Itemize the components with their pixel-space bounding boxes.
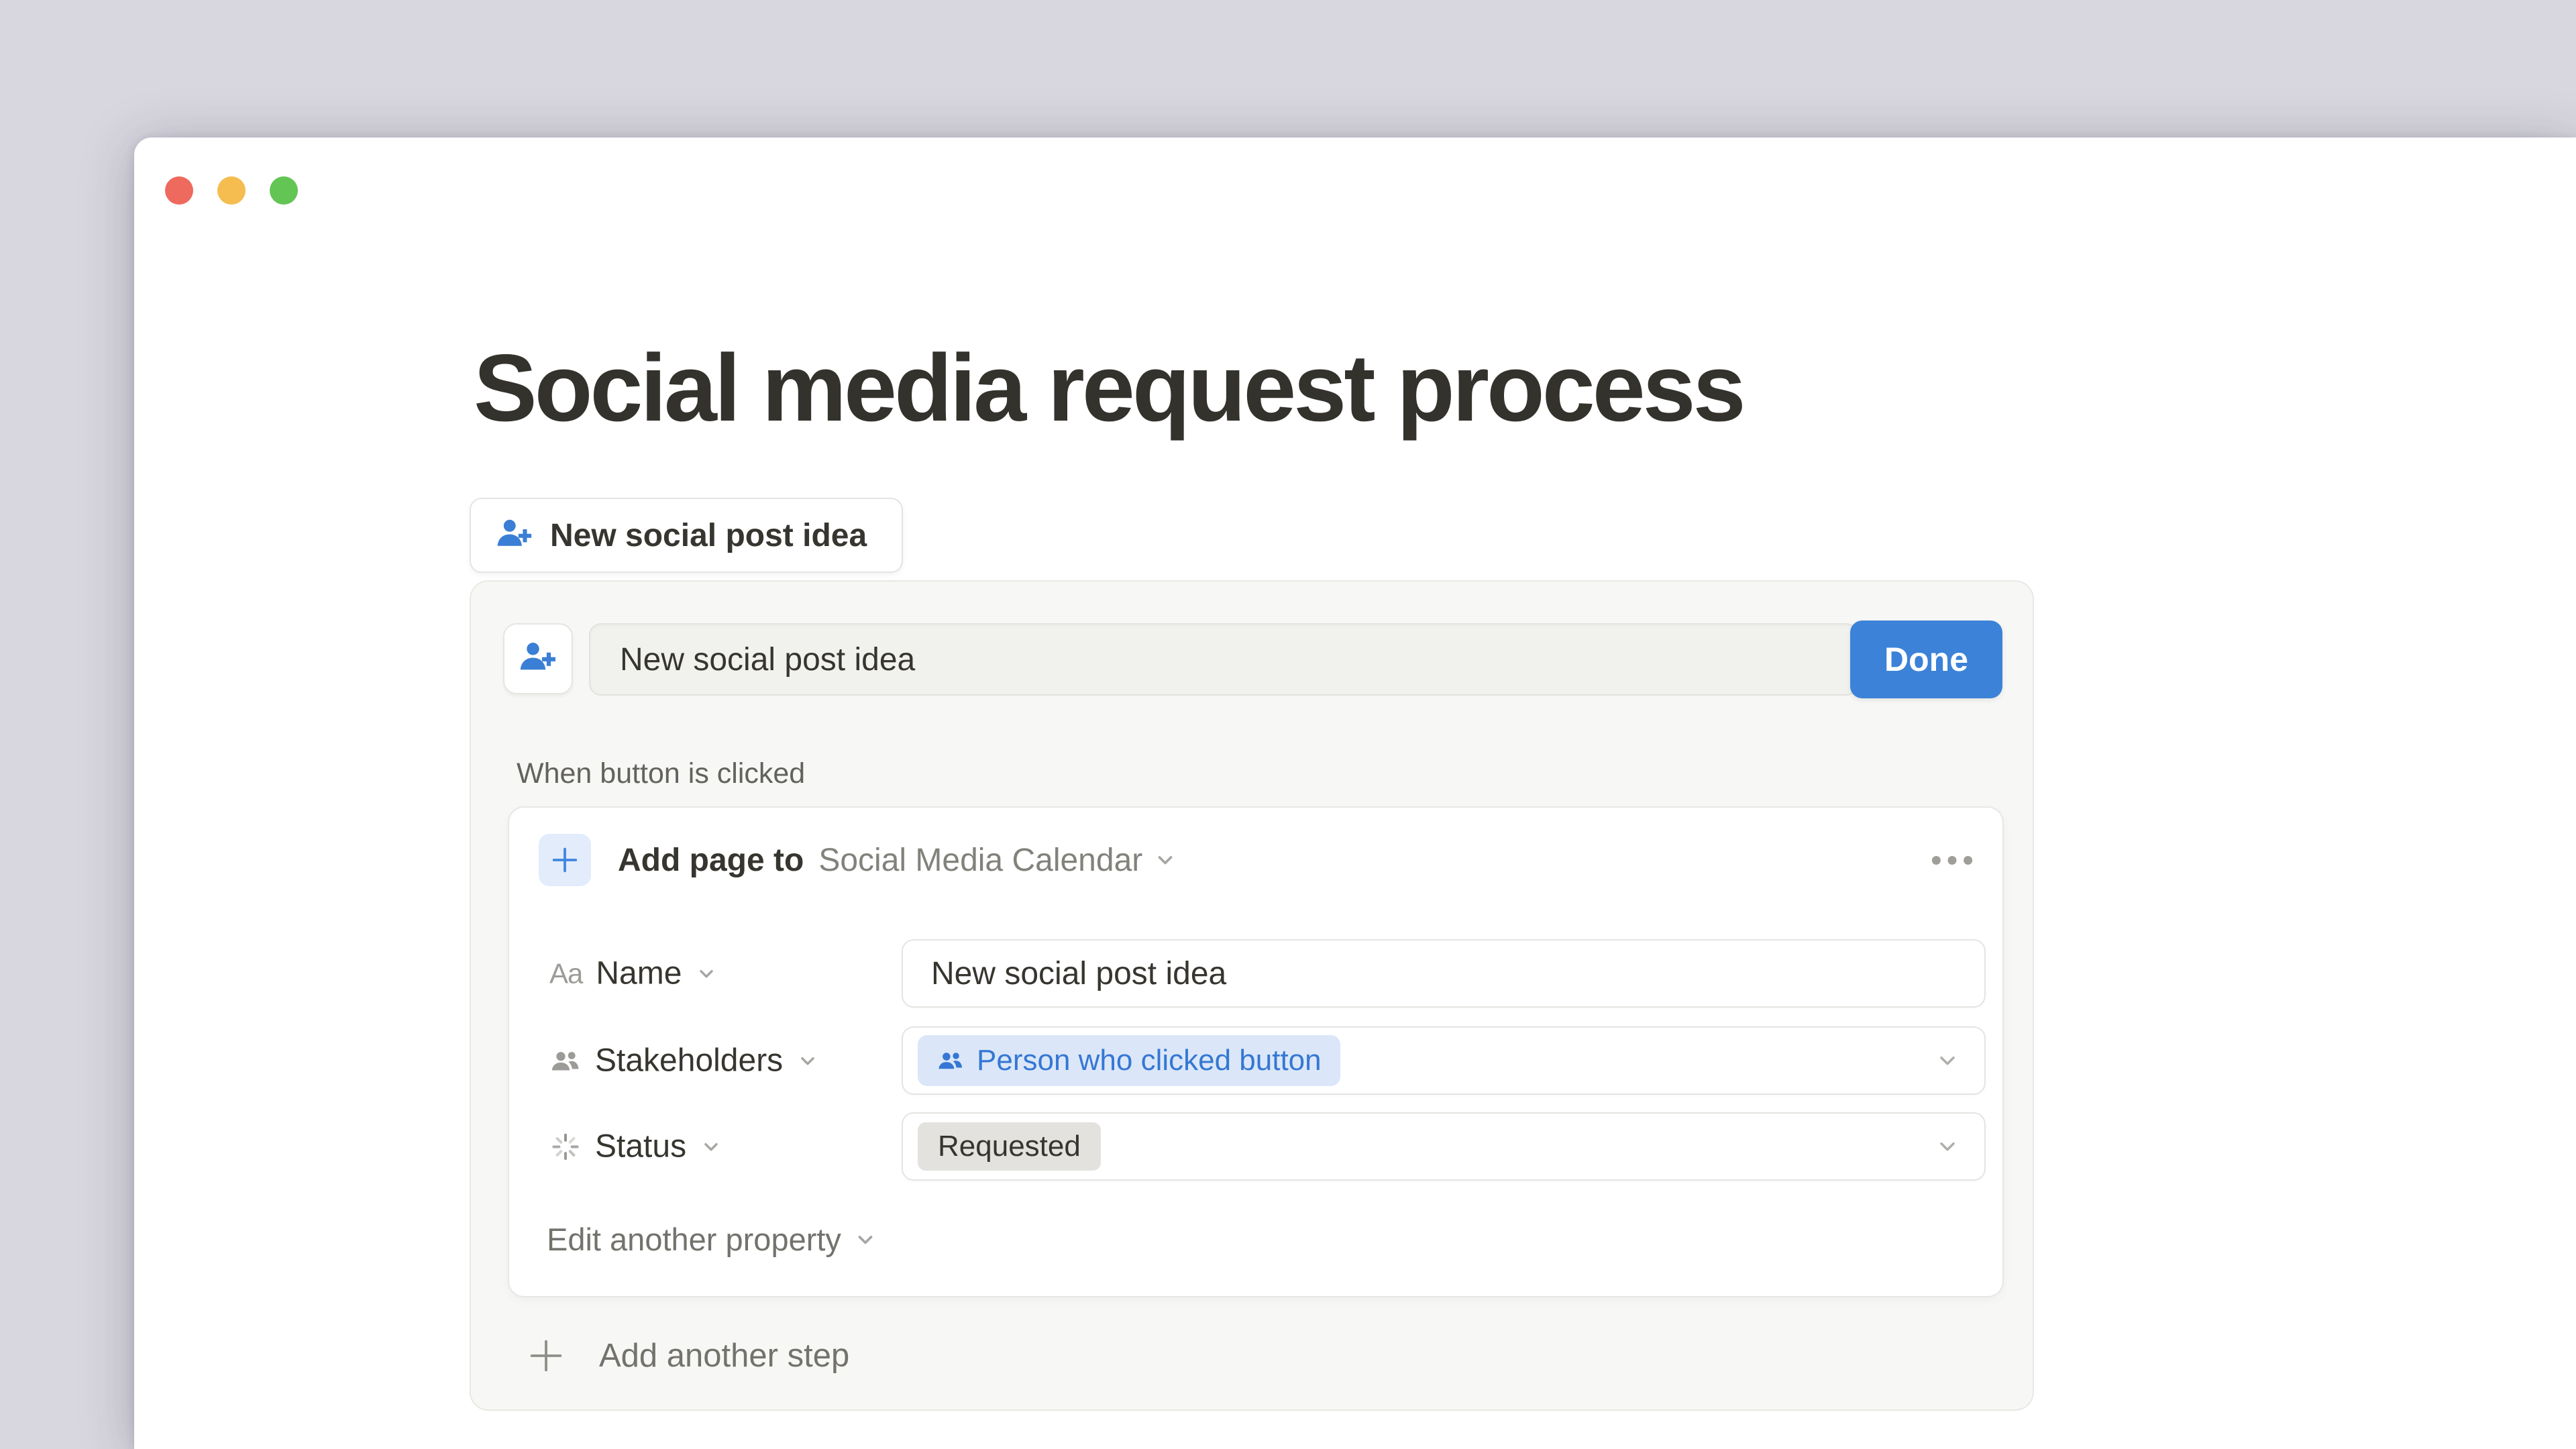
property-row-stakeholders: Stakeholders — [509, 1026, 2002, 1095]
step-action-label: Add page to — [618, 842, 804, 879]
button-editor-panel: Done When button is clicked Add page to … — [470, 580, 2034, 1411]
minimize-button[interactable] — [217, 176, 246, 205]
people-icon — [936, 1046, 965, 1075]
step-header: Add page to Social Media Calendar — [539, 833, 1976, 887]
new-social-post-idea-button[interactable]: New social post idea — [470, 498, 903, 573]
status-value-select[interactable]: Requested — [902, 1112, 1986, 1181]
add-another-step-label: Add another step — [599, 1337, 849, 1375]
chevron-down-icon — [695, 962, 718, 985]
step-menu-button[interactable] — [1929, 849, 1976, 872]
done-button[interactable]: Done — [1850, 621, 2002, 698]
action-step-card: Add page to Social Media Calendar — [508, 806, 2004, 1297]
name-value-input[interactable]: New social post idea — [902, 939, 1986, 1008]
plus-icon — [528, 1338, 564, 1374]
property-row-status: Status Requested — [509, 1112, 2002, 1181]
person-tag-label: Person who clicked button — [977, 1044, 1322, 1077]
name-value: New social post idea — [931, 955, 1226, 992]
property-stakeholders-selector[interactable]: Stakeholders — [549, 1042, 819, 1079]
chevron-down-icon — [796, 1049, 819, 1072]
button-name-input[interactable] — [589, 623, 1858, 696]
trigger-condition-label: When button is clicked — [517, 757, 805, 790]
button-icon-picker[interactable] — [503, 623, 573, 694]
people-icon — [549, 1044, 582, 1077]
add-another-step-button[interactable]: Add another step — [528, 1321, 849, 1391]
property-name-selector[interactable]: Aa Name — [549, 955, 718, 992]
status-tag: Requested — [918, 1122, 1101, 1171]
text-icon: Aa — [549, 957, 582, 989]
person-plus-icon — [495, 516, 534, 555]
target-database-select[interactable]: Social Media Calendar — [818, 842, 1177, 879]
target-database-name: Social Media Calendar — [818, 842, 1142, 879]
edit-another-property-label: Edit another property — [547, 1221, 841, 1258]
chevron-down-icon — [1935, 1048, 1960, 1073]
person-tag: Person who clicked button — [918, 1035, 1340, 1086]
property-label: Name — [596, 955, 682, 992]
desktop: { "page": { "title": "Social media reque… — [0, 0, 2576, 1449]
property-row-name: Aa Name New social post idea — [509, 939, 2002, 1008]
chevron-down-icon — [1153, 848, 1177, 872]
add-page-icon — [539, 834, 591, 886]
close-button[interactable] — [165, 176, 193, 205]
chevron-down-icon — [700, 1135, 722, 1158]
window-controls — [165, 176, 298, 205]
property-label: Stakeholders — [595, 1042, 783, 1079]
status-spinner-icon — [549, 1130, 582, 1163]
stakeholders-value-select[interactable]: Person who clicked button — [902, 1026, 1986, 1095]
trigger-button-label: New social post idea — [550, 517, 867, 554]
page-title: Social media request process — [474, 333, 1743, 443]
zoom-button[interactable] — [270, 176, 298, 205]
chevron-down-icon — [853, 1228, 877, 1252]
edit-another-property-button[interactable]: Edit another property — [547, 1221, 877, 1258]
property-status-selector[interactable]: Status — [549, 1128, 722, 1165]
chevron-down-icon — [1935, 1134, 1960, 1159]
ellipsis-icon — [1931, 855, 1973, 865]
person-plus-icon — [518, 639, 558, 679]
app-window: Social media request process New social … — [134, 138, 2576, 1449]
property-label: Status — [595, 1128, 686, 1165]
